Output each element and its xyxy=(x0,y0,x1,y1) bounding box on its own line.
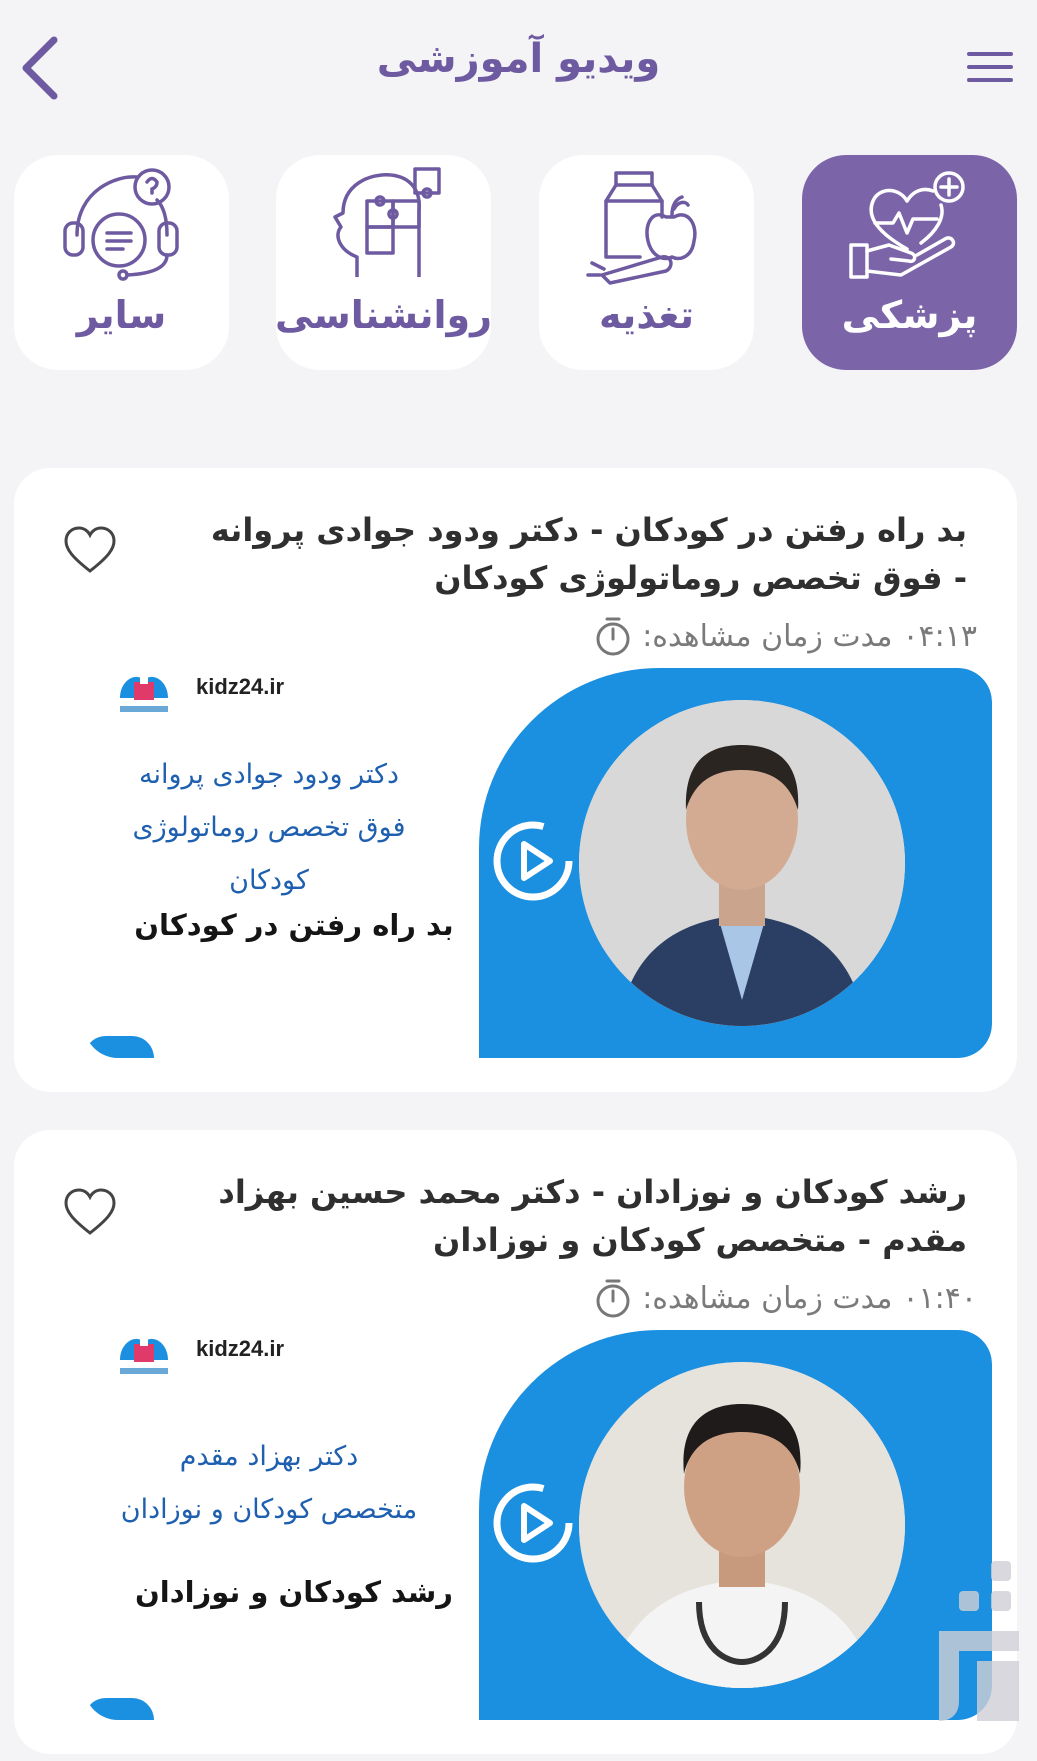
stopwatch-icon xyxy=(596,1279,630,1318)
tab-label: پزشکی xyxy=(841,293,978,337)
page-title: ویدیو آموزشی xyxy=(376,36,661,82)
favorite-button[interactable] xyxy=(62,1185,118,1241)
hamburger-icon xyxy=(967,52,1013,82)
heart-icon xyxy=(64,526,116,573)
duration-row: مدت زمان مشاهده: ۰۴:۱۳ xyxy=(594,614,977,658)
play-icon[interactable] xyxy=(488,816,578,906)
tab-label: تغذیه xyxy=(599,293,694,337)
brand-name: kidz24.ir xyxy=(196,1336,285,1361)
kidz24-logo xyxy=(120,1338,168,1374)
doctor-info-line: فوق تخصص روماتولوژی xyxy=(132,812,406,843)
doctor-info-line: دکتر ودود جوادی پروانه xyxy=(138,759,400,790)
video-topic: رشد کودکان و نوزادان xyxy=(135,1575,453,1609)
back-button[interactable] xyxy=(10,30,70,105)
duration-value: ۰۴:۱۳ xyxy=(902,618,977,654)
doctor-photo xyxy=(579,700,905,1026)
decorative-blob xyxy=(84,1698,154,1720)
doctor-info-line: کودکان xyxy=(229,865,309,896)
video-thumbnail[interactable]: kidz24.ir دکتر بهزاد مقدم متخصص کودکان و… xyxy=(84,1330,992,1720)
duration-value: ۰۱:۴۰ xyxy=(902,1280,977,1316)
tab-medical[interactable]: پزشکی xyxy=(802,155,1017,370)
menu-button[interactable] xyxy=(963,45,1017,89)
head-puzzle-icon xyxy=(332,167,441,277)
tab-other[interactable]: سایر xyxy=(14,155,229,370)
doctor-photo xyxy=(579,1362,905,1688)
doctor-info: دکتر بهزاد مقدم متخصص کودکان و نوزادان xyxy=(94,1430,444,1536)
food-icon xyxy=(585,171,697,285)
tab-nutrition[interactable]: تغذیه xyxy=(539,155,754,370)
video-title: رشد کودکان و نوزادان - دکتر محمد حسین به… xyxy=(218,1173,967,1259)
duration-row: مدت زمان مشاهده: ۰۱:۴۰ xyxy=(594,1276,977,1320)
video-topic: بد راه رفتن در کودکان xyxy=(134,908,454,942)
favorite-button[interactable] xyxy=(62,523,118,579)
doctor-avatar-icon xyxy=(579,1362,905,1688)
stopwatch-icon xyxy=(596,617,630,656)
duration-label: مدت زمان مشاهده: xyxy=(642,618,893,654)
chevron-left-icon xyxy=(22,36,58,99)
video-card[interactable]: بد راه رفتن در کودکان - دکتر ودود جوادی … xyxy=(14,468,1017,1092)
doctor-avatar-icon xyxy=(579,700,905,1026)
watermark-logo xyxy=(939,1561,1019,1721)
tab-label: سایر xyxy=(76,293,167,337)
headset-question-icon xyxy=(62,168,179,281)
doctor-info-line: دکتر بهزاد مقدم xyxy=(179,1441,359,1472)
brand-name: kidz24.ir xyxy=(196,674,285,699)
category-tabs: سایر روانشناسی تغذیه پزشکی xyxy=(14,155,1018,370)
kidz24-logo xyxy=(120,676,168,712)
video-card[interactable]: رشد کودکان و نوزادان - دکتر محمد حسین به… xyxy=(14,1130,1017,1754)
heart-hand-icon xyxy=(848,171,965,279)
app-header: ویدیو آموزشی xyxy=(0,0,1037,130)
tab-label: روانشناسی xyxy=(274,293,493,337)
video-title: بد راه رفتن در کودکان - دکتر ودود جوادی … xyxy=(210,511,967,597)
duration-label: مدت زمان مشاهده: xyxy=(642,1280,893,1316)
video-thumbnail[interactable]: kidz24.ir دکتر ودود جوادی پروانه فوق تخص… xyxy=(84,668,992,1058)
play-icon[interactable] xyxy=(488,1478,578,1568)
doctor-info: دکتر ودود جوادی پروانه فوق تخصص روماتولو… xyxy=(94,748,444,907)
doctor-info-line: متخصص کودکان و نوزادان xyxy=(120,1494,418,1525)
heart-icon xyxy=(64,1188,116,1235)
tab-psychology[interactable]: روانشناسی xyxy=(274,155,493,370)
decorative-blob xyxy=(84,1036,154,1058)
